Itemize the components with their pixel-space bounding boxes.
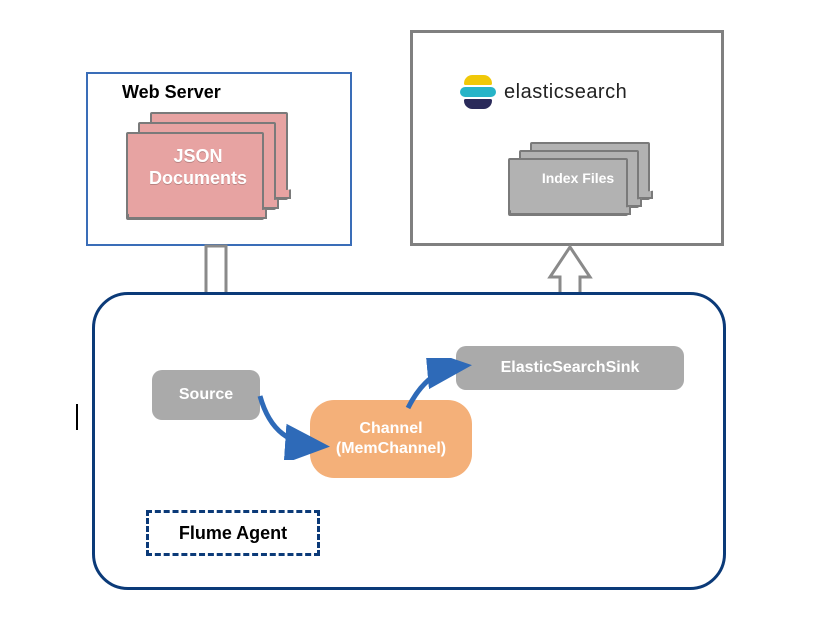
json-label-line2: Documents (149, 168, 247, 188)
sink-label: ElasticSearchSink (501, 359, 640, 377)
channel-label: Channel (MemChannel) (336, 419, 446, 459)
elasticsearch-logo-icon (460, 75, 496, 109)
elasticsearch-logo: elasticsearch (460, 70, 670, 114)
text-cursor-icon (76, 404, 78, 430)
channel-label-line1: Channel (359, 420, 422, 437)
webserver-title: Web Server (122, 82, 221, 103)
json-documents-label: JSON Documents (128, 146, 268, 189)
elasticsearch-logo-text: elasticsearch (504, 81, 627, 104)
flume-agent-label: Flume Agent (179, 523, 287, 544)
index-files-label: Index Files (518, 170, 638, 186)
sink-node: ElasticSearchSink (456, 346, 684, 390)
json-label-line1: JSON (173, 146, 222, 166)
document-icon (508, 158, 628, 216)
diagram-canvas: Web Server JSON Documents elasticsearch … (0, 0, 840, 622)
connector-channel-to-sink-icon (404, 358, 474, 418)
channel-label-line2: (MemChannel) (336, 440, 446, 457)
source-label: Source (179, 386, 233, 404)
flume-agent-label-box: Flume Agent (146, 510, 320, 556)
source-node: Source (152, 370, 260, 420)
connector-source-to-channel-icon (254, 390, 334, 460)
